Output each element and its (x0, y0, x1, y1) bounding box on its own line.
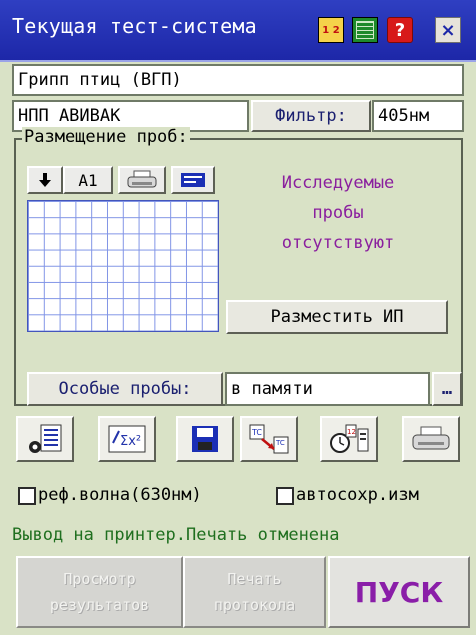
filter-value-field[interactable]: 405нм (372, 100, 464, 132)
printer-icon[interactable] (118, 166, 166, 194)
message-line-2: пробы (312, 203, 364, 223)
ref-wave-checkbox[interactable] (18, 487, 36, 505)
timer-schedule-icon[interactable]: 12 (320, 416, 378, 462)
calculator-icon[interactable]: 1 2 (318, 17, 344, 43)
special-samples-field[interactable]: в памяти (225, 372, 430, 406)
test-name-field[interactable]: Грипп птиц (ВГП) (12, 64, 464, 96)
autosave-checkbox[interactable] (276, 487, 294, 505)
calibration-table-icon[interactable] (16, 416, 74, 462)
svg-text:12: 12 (347, 428, 356, 436)
printer-icon[interactable] (402, 416, 460, 462)
special-samples-label[interactable]: Особые пробы: (27, 372, 223, 406)
formula-icon[interactable]: Σx² (98, 416, 156, 462)
window-title: Текущая тест-система (12, 14, 257, 38)
browse-button[interactable]: … (432, 372, 462, 406)
close-icon[interactable]: × (435, 17, 461, 43)
app-window: Текущая тест-система 1 2 ? × Грипп птиц … (0, 0, 476, 635)
svg-text:TC: TC (275, 439, 285, 447)
grid-table-glyph (356, 21, 374, 39)
view-results-button[interactable]: Просмотр результатов (16, 556, 183, 628)
run-button[interactable]: ПУСК (328, 556, 470, 628)
message-line-1: Исследуемые (281, 173, 395, 193)
placement-title: Размещение проб: (22, 127, 190, 147)
title-bar: Текущая тест-система 1 2 ? × (0, 0, 476, 62)
status-message: Вывод на принтер.Печать отменена (12, 525, 340, 545)
ref-wave-label: реф.волна(630нм) (38, 485, 202, 505)
no-samples-message: Исследуемые пробы отсутствуют (228, 168, 448, 258)
save-icon[interactable] (176, 416, 234, 462)
print-protocol-line-1: Печать (227, 570, 282, 588)
place-samples-button[interactable]: Разместить ИП (226, 300, 448, 334)
print-protocol-line-2: протокола (213, 596, 296, 614)
grid-table-icon[interactable] (352, 17, 378, 43)
print-protocol-button[interactable]: Печать протокола (183, 556, 326, 628)
help-icon[interactable]: ? (387, 17, 413, 43)
control-to-test-icon[interactable]: TC TC (240, 416, 298, 462)
start-cell-button[interactable]: A1 (63, 166, 113, 194)
autosave-label: автосохр.изм (296, 485, 419, 505)
svg-text:TC: TC (251, 428, 262, 437)
plate-grid[interactable] (27, 200, 219, 332)
arrow-down-icon[interactable] (27, 166, 63, 194)
filter-button[interactable]: Фильтр: (251, 100, 371, 132)
view-results-line-1: Просмотр (63, 570, 136, 588)
message-line-3: отсутствуют (281, 233, 395, 253)
keyboard-icon[interactable] (171, 166, 215, 194)
view-results-line-2: результатов (49, 596, 150, 614)
svg-text:Σx²: Σx² (120, 434, 141, 449)
